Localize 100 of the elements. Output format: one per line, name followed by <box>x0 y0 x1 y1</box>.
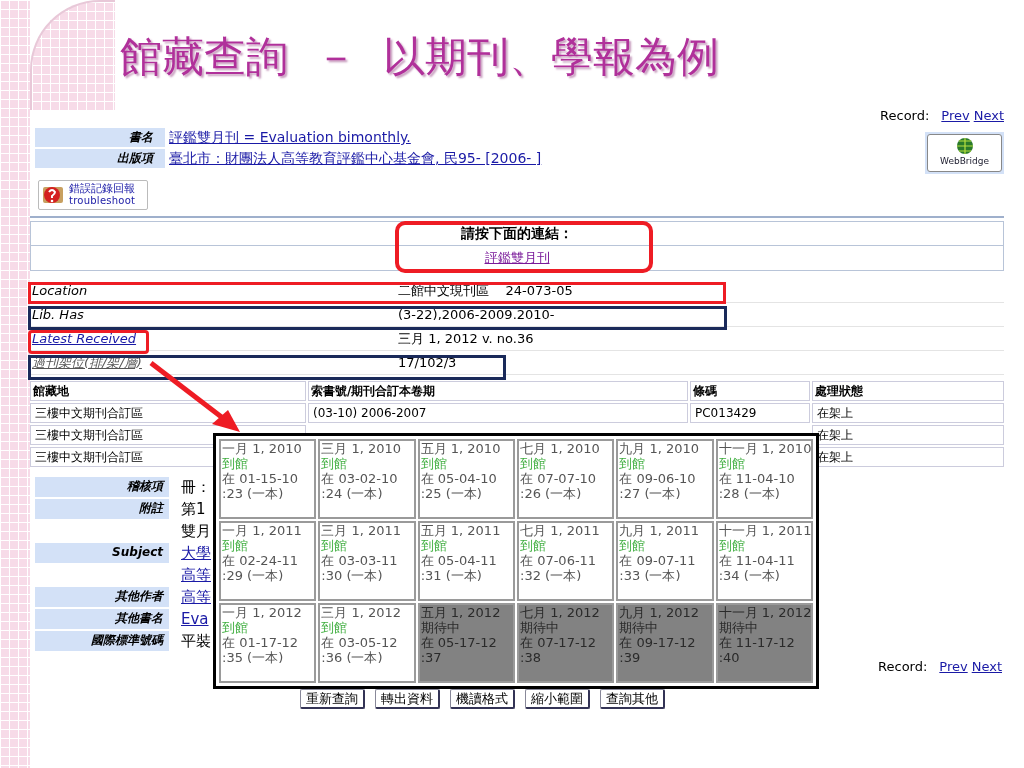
field-label: 其他書名 <box>35 609 169 629</box>
troubleshoot-button[interactable]: 錯誤記錄回報 troubleshoot <box>38 180 148 210</box>
arrival-date: 在 09-06-10 <box>619 471 696 486</box>
issue-number: :37 <box>420 650 442 665</box>
issue-number: :33 (一本) <box>619 568 681 583</box>
arrival-date: 在 02-24-11 <box>222 553 299 568</box>
holdings-value: 二館中文現刊區 24-073-05 <box>398 282 573 299</box>
field-label: 出版項 <box>35 149 165 168</box>
arrival-date: 在 05-04-11 <box>420 553 497 568</box>
issue-number: :34 (一本) <box>718 568 780 583</box>
field-link[interactable]: 評鑑雙月刊 = Evaluation bimonthly. <box>169 127 411 148</box>
action-button[interactable]: 機讀格式 <box>450 688 515 709</box>
action-button[interactable]: 轉出資料 <box>375 688 440 709</box>
arrival-date: 在 07-07-10 <box>520 471 597 486</box>
field-label: 稽核項 <box>35 477 169 497</box>
issue-number: :39 <box>619 650 641 665</box>
question-book-icon <box>41 184 65 206</box>
issue-status: 期待中 <box>420 620 460 635</box>
holdings-label[interactable]: Latest Received <box>32 328 137 349</box>
field-value: 平裝 <box>181 630 211 652</box>
arrival-date: 在 07-17-12 <box>520 635 597 650</box>
issue-date: 五月 1, 2012 <box>420 605 501 620</box>
column-header: 索書號/期刊合訂本卷期 <box>308 381 688 401</box>
issue-status: 到館 <box>520 456 546 471</box>
issue-date: 七月 1, 2012 <box>520 605 600 620</box>
issue-number: :38 <box>520 650 541 665</box>
issue-date: 三月 1, 2012 <box>321 605 402 620</box>
webbridge-button[interactable]: WebBridge <box>927 133 1002 172</box>
issue-number: :30 (一本) <box>321 568 383 583</box>
issue-number: :40 <box>718 650 740 665</box>
issue-number: :23 (一本) <box>222 486 284 501</box>
field-label: 附註 <box>35 499 169 519</box>
issue-status: 到館 <box>619 456 646 471</box>
field-label: 書名 <box>35 128 165 147</box>
arrival-date: 在 11-17-12 <box>718 635 795 650</box>
holdings-value: 17/102/3 <box>398 354 457 371</box>
prev-link[interactable]: Prev <box>939 657 968 677</box>
issue-date: 一月 1, 2012 <box>222 605 302 620</box>
field-link[interactable]: 臺北市：財團法人高等教育評鑑中心基金會, 民95- [2006- ] <box>169 148 542 169</box>
issue-number: :31 (一本) <box>420 568 482 583</box>
issue-date: 十一月 1, 2011 <box>718 523 812 538</box>
holdings-value: (3-22),2006-2009.2010- <box>398 306 555 323</box>
issue-number: :28 (一本) <box>718 486 780 501</box>
slide-title: 館藏查詢 － 以期刊、學報為例 <box>120 32 720 82</box>
issue-date: 三月 1, 2011 <box>321 523 402 538</box>
issue-number: :26 (一本) <box>520 486 582 501</box>
field-value: 雙月 <box>181 520 211 542</box>
issue-number: :29 (一本) <box>222 568 284 583</box>
field-value[interactable]: 高等 <box>181 585 211 609</box>
issue-status: 到館 <box>718 456 745 471</box>
record-label: Record: <box>880 107 930 125</box>
field-value[interactable]: 高等 <box>181 563 211 587</box>
issue-status: 到館 <box>222 538 248 553</box>
issue-status: 期待中 <box>520 620 559 635</box>
issue-date: 九月 1, 2010 <box>619 441 700 456</box>
globe-icon <box>955 136 974 155</box>
field-label: Subject <box>35 543 169 563</box>
link-heading: 請按下面的連結： <box>461 224 573 243</box>
arrival-date: 在 09-17-12 <box>619 635 696 650</box>
action-button[interactable]: 重新查詢 <box>300 688 365 709</box>
issue-number: :36 (一本) <box>321 650 383 665</box>
arrival-date: 在 03-03-11 <box>321 553 398 568</box>
arrival-date: 在 01-15-10 <box>222 471 299 486</box>
issue-status: 到館 <box>619 538 646 553</box>
issue-status: 到館 <box>321 456 348 471</box>
field-value[interactable]: Eva <box>181 607 209 631</box>
issue-date: 十一月 1, 2010 <box>718 441 812 456</box>
issue-number: :24 (一本) <box>321 486 383 501</box>
field-value: 第1 <box>181 498 206 520</box>
field-value[interactable]: 大學 <box>181 541 211 565</box>
prev-link[interactable]: Prev <box>941 106 970 126</box>
table-cell: 三樓中文期刊合訂區 <box>30 403 306 423</box>
issue-status: 到館 <box>321 620 348 635</box>
issue-date: 九月 1, 2012 <box>619 605 700 620</box>
issue-status: 到館 <box>321 538 348 553</box>
journal-link[interactable]: 評鑑雙月刊 <box>484 248 550 268</box>
column-header: 館藏地 <box>30 381 306 401</box>
field-label: 其他作者 <box>35 587 169 607</box>
holdings-label: Lib. Has <box>32 305 84 324</box>
next-link[interactable]: Next <box>973 106 1004 126</box>
table-cell: PC013429 <box>690 403 810 423</box>
action-button[interactable]: 縮小範圍 <box>525 688 590 709</box>
issue-date: 五月 1, 2011 <box>420 523 501 538</box>
issue-date: 三月 1, 2010 <box>321 441 402 456</box>
issue-status: 期待中 <box>718 620 758 635</box>
table-cell: (03-10) 2006-2007 <box>308 403 688 423</box>
action-button[interactable]: 查詢其他 <box>600 688 665 709</box>
record-label: Record: <box>878 658 928 676</box>
issue-date: 九月 1, 2011 <box>619 523 700 538</box>
field-label: 國際標準號碼 <box>35 631 169 651</box>
next-link[interactable]: Next <box>971 657 1002 677</box>
issue-number: :27 (一本) <box>619 486 681 501</box>
arrival-date: 在 07-06-11 <box>520 553 597 568</box>
issue-status: 到館 <box>222 620 248 635</box>
arrival-date: 在 09-07-11 <box>619 553 696 568</box>
column-header: 處理狀態 <box>812 381 1004 401</box>
issue-date: 一月 1, 2011 <box>222 523 302 538</box>
issue-number: :35 (一本) <box>222 650 284 665</box>
arrival-date: 在 11-04-10 <box>718 471 795 486</box>
issue-date: 五月 1, 2010 <box>420 441 501 456</box>
